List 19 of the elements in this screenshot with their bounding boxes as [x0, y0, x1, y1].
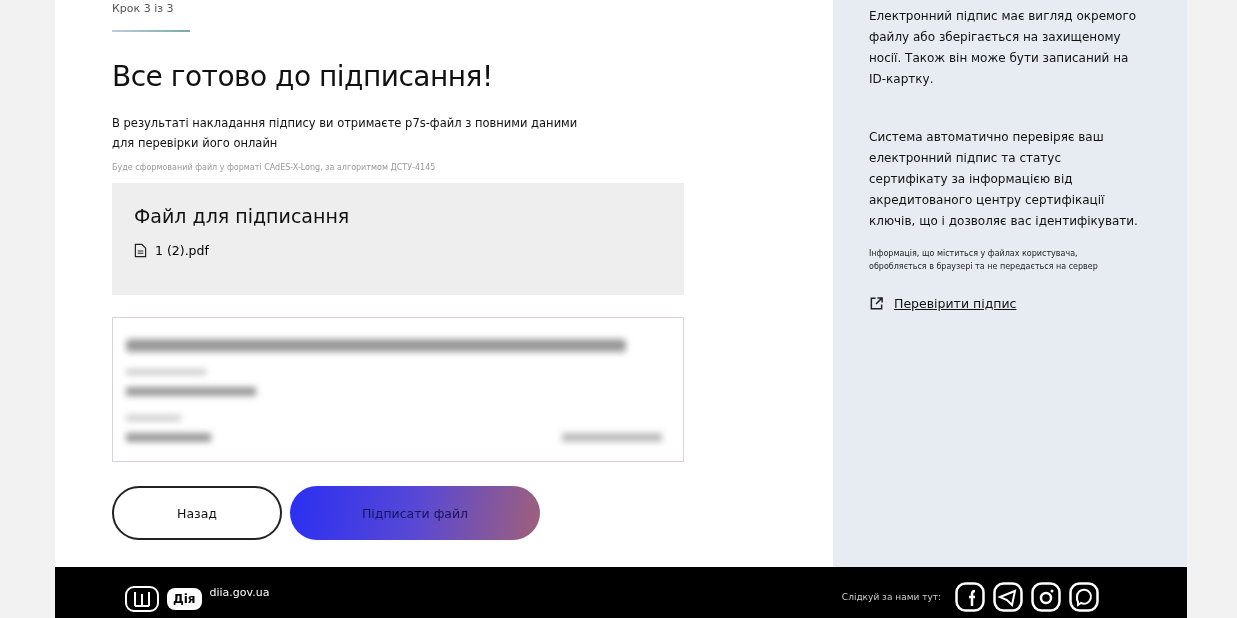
instagram-icon[interactable]	[1031, 582, 1061, 612]
verify-signature-link[interactable]: Перевірити підпис	[894, 296, 1017, 311]
site-link[interactable]: diia.gov.ua	[209, 586, 270, 599]
step-label: Крок 3 із 3	[112, 2, 175, 16]
privacy-note: Інформація, що міститься у файлах користувача, обробляється в браузері та не передається на сервер	[869, 248, 1099, 273]
info-paragraph: Електронний підпис має вигляд окремого файлу або зберігається на захищеному носії. Також він може бути записаний на ID-картку.	[869, 8, 1138, 88]
follow-label: Слідкуй за нами тут:	[841, 592, 941, 602]
file-name: 1 (2).pdf	[155, 243, 209, 258]
description: В результаті накладання підпису ви отримаєте p7s-файл з повними даними для перевірки його онлайн	[112, 115, 579, 152]
back-button[interactable]: Назад	[112, 486, 282, 540]
telegram-icon[interactable]	[993, 582, 1023, 612]
card-title: Файл для підписання	[134, 205, 351, 227]
info-paragraph: Система автоматично перевіряє ваш електронний підпис та статус сертифікату за інформацією від акредитованого центру сертифікації ключів, що і дозволяє вас ідентифікувати.	[869, 129, 1139, 230]
page-title: Все готово до підписання!	[112, 60, 494, 93]
external-link-icon	[869, 296, 884, 311]
diia-logo[interactable]: Дія	[167, 588, 202, 610]
document-icon	[134, 243, 147, 258]
format-note: Буде сформований файл у форматі CAdES-X-Long, за алгоритмом ДСТУ-4145	[112, 163, 437, 172]
facebook-icon[interactable]	[955, 582, 985, 612]
